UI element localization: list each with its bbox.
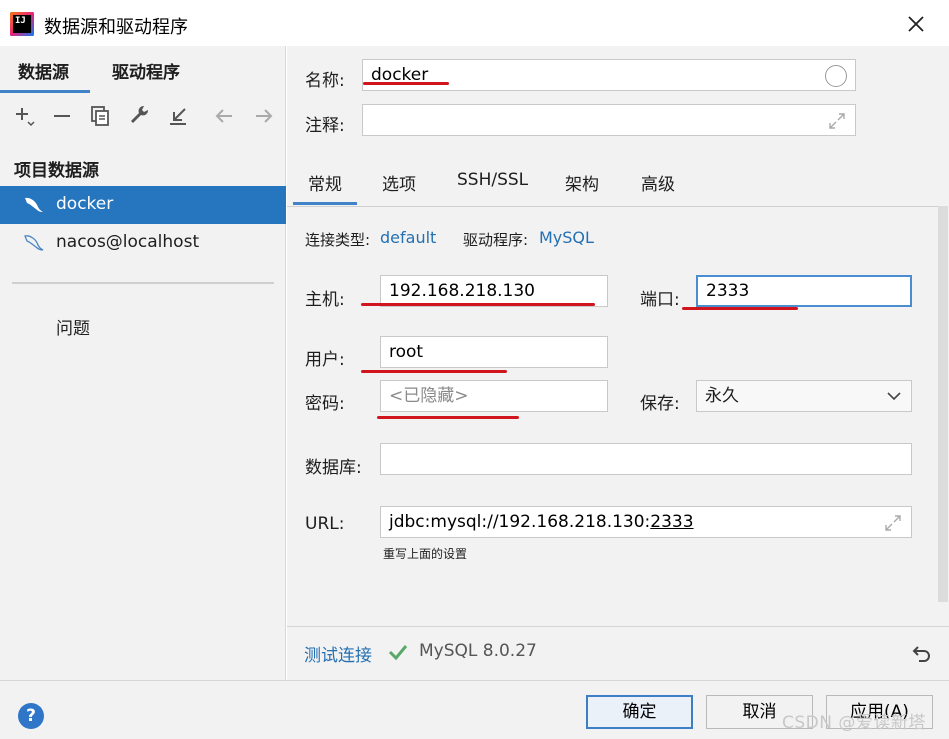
back-arrow-icon[interactable] [212,104,236,128]
datasource-label: nacos@localhost [56,232,200,252]
url-port-value: 2333 [650,512,694,532]
general-tab-content: 连接类型: default 驱动程序: MySQL 主机: 192.168.21… [287,206,938,606]
port-value: 2333 [706,281,750,301]
tab-options[interactable]: 选项 [382,170,416,195]
close-icon[interactable] [904,12,928,36]
test-result-text: MySQL 8.0.27 [419,641,537,661]
comment-label: 注释: [305,116,345,136]
tab-ssh-ssl[interactable]: SSH/SSL [457,170,528,190]
tab-datasources[interactable]: 数据源 [18,58,69,83]
annotation-underline [361,370,507,373]
database-label: 数据库: [305,458,362,478]
connection-type-link[interactable]: default [380,228,436,247]
left-tabs: 数据源 驱动程序 [0,46,286,93]
project-datasources-heading: 项目数据源 [14,161,99,181]
mysql-dolphin-icon [25,197,43,212]
password-label: 密码: [305,394,345,414]
url-value: jdbc:mysql://192.168.218.130: [389,512,651,532]
vertical-scrollbar[interactable] [938,206,948,602]
tab-advanced[interactable]: 高级 [641,170,675,195]
ok-button[interactable]: 确定 [586,695,693,729]
intellij-app-icon: IJ [10,12,34,36]
left-panel: 数据源 驱动程序 项目数据源 docker nacos@localhost 问题 [0,46,286,680]
divider [12,282,274,284]
user-input[interactable]: root [380,336,608,368]
tab-general[interactable]: 常规 [308,170,342,195]
tab-schemas[interactable]: 架构 [565,170,599,195]
port-label: 端口: [640,290,680,310]
user-label: 用户: [305,350,345,370]
tab-drivers[interactable]: 驱动程序 [112,58,180,83]
port-input[interactable]: 2333 [696,275,912,307]
active-tab-indicator [0,90,90,93]
mysql-dolphin-icon [24,235,44,251]
database-input[interactable] [380,443,912,475]
forward-arrow-icon[interactable] [252,104,276,128]
password-placeholder: <已隐藏> [389,386,469,406]
url-label: URL: [305,514,345,534]
watermark-text: CSDN @爱读新塔 [782,713,926,733]
save-select[interactable]: 永久 [696,380,912,412]
problems-item[interactable]: 问题 [56,314,90,339]
color-circle-icon[interactable] [825,65,847,87]
datasource-item-docker[interactable]: docker [0,186,286,224]
chevron-down-icon [887,392,901,401]
name-label: 名称: [305,71,345,91]
url-hint: 重写上面的设置 [383,547,468,561]
datasource-item-nacos[interactable]: nacos@localhost [0,224,286,262]
url-input[interactable]: jdbc:mysql://192.168.218.130:2333 [380,506,912,538]
undo-icon[interactable] [911,643,933,665]
wrench-icon[interactable] [128,104,152,128]
expand-icon[interactable] [827,111,847,131]
test-connection-link[interactable]: 测试连接 [304,641,372,666]
active-tab-indicator [293,202,357,205]
help-icon[interactable]: ? [18,703,44,729]
add-icon[interactable] [12,104,36,128]
expand-icon[interactable] [883,513,903,533]
settings-tabs: 常规 选项 SSH/SSL 架构 高级 [287,166,949,206]
title-bar: IJ 数据源和驱动程序 [0,0,949,46]
save-label: 保存: [640,394,680,414]
driver-link[interactable]: MySQL [539,228,594,247]
copy-icon[interactable] [88,104,112,128]
remove-icon[interactable] [50,104,74,128]
window-title: 数据源和驱动程序 [44,17,188,38]
name-input[interactable]: docker [362,59,856,91]
check-icon [388,645,408,661]
annotation-underline [377,416,519,419]
test-connection-bar: 测试连接 MySQL 8.0.27 [287,626,949,678]
annotation-underline [361,303,595,306]
save-value: 永久 [705,386,739,406]
import-icon[interactable] [166,104,190,128]
datasource-toolbar [0,98,286,134]
host-value: 192.168.218.130 [389,281,536,301]
right-panel: 名称: docker 注释: 常规 选项 SSH/SSL 架构 高级 连接类型:… [287,46,949,680]
datasource-label: docker [56,194,114,214]
user-value: root [389,342,424,362]
app-icon-text: IJ [15,16,26,26]
annotation-underline [682,307,798,310]
driver-label: 驱动程序: [463,231,529,249]
password-input[interactable]: <已隐藏> [380,380,608,412]
annotation-underline [363,82,449,85]
comment-input[interactable] [362,104,856,136]
connection-type-label: 连接类型: [305,231,371,249]
host-label: 主机: [305,290,345,310]
